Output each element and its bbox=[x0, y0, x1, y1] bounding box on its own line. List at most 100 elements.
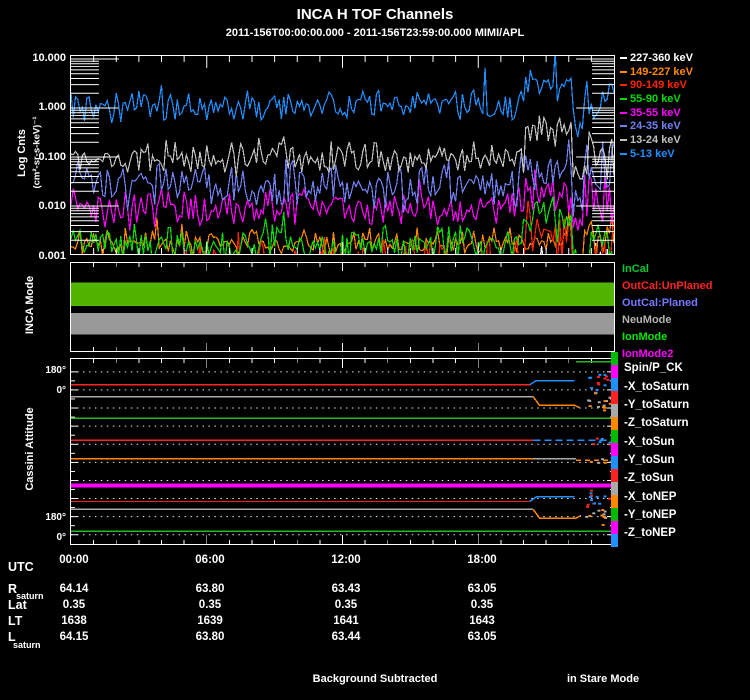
attitude-scatter-dot bbox=[606, 378, 610, 381]
attitude-scatter-dot bbox=[601, 523, 605, 526]
tof-y-tick-0.010: 0.010 bbox=[38, 200, 66, 212]
attitude-scatter-dot bbox=[585, 515, 589, 518]
tof-channels-plot bbox=[71, 56, 614, 254]
time-range-subtitle: 2011-156T00:00:00.000 - 2011-156T23:59:0… bbox=[225, 27, 525, 39]
utc-tick-06:00: 06:00 bbox=[195, 554, 225, 566]
eph-value: 64.14 bbox=[59, 583, 89, 595]
plot-screen: INCA H TOF Channels 2011-156T00:00:00.00… bbox=[0, 0, 750, 700]
eph-value: 1643 bbox=[469, 615, 495, 627]
attitude-scatter-dot bbox=[597, 401, 601, 404]
attitude-scatter-dot bbox=[603, 510, 607, 513]
legend-tick bbox=[620, 125, 627, 128]
legend-tick bbox=[620, 111, 627, 114]
legend-item-outcal-planed: OutCal:Planed bbox=[622, 295, 712, 312]
legend-item-24-35-kev: 24-35 keV bbox=[620, 119, 693, 133]
legend-label: NeuMode bbox=[622, 314, 672, 327]
legend-label: -X_toNEP bbox=[624, 490, 677, 503]
attitude-scatter-dot bbox=[597, 509, 601, 512]
attitude-scatter-dot bbox=[602, 516, 606, 518]
strip-segment bbox=[611, 378, 618, 391]
attitude-scatter-dot bbox=[588, 515, 592, 517]
attitude-y-tick-0: 180° bbox=[45, 364, 66, 376]
legend-item-spin-p-ck: Spin/P_CK bbox=[624, 359, 689, 377]
eph-value: 63.05 bbox=[467, 583, 497, 595]
attitude-color-strip bbox=[611, 352, 618, 547]
strip-segment bbox=[611, 404, 618, 417]
row-label-lt: LT bbox=[8, 614, 23, 628]
eph-value: 1638 bbox=[61, 615, 87, 627]
legend-item-149-227-kev: 149-227 keV bbox=[620, 65, 693, 79]
attitude-scatter-dot bbox=[588, 376, 592, 379]
series-13-24-kev bbox=[71, 115, 614, 180]
attitude-scatter-dot bbox=[596, 381, 600, 384]
attitude-scatter-dot bbox=[596, 405, 600, 408]
strip-segment bbox=[611, 469, 618, 482]
attitude-scatter-dot bbox=[602, 513, 606, 516]
attitude-scatter-dot bbox=[586, 505, 590, 508]
legend-item-227-360-kev: 227-360 keV bbox=[620, 51, 693, 65]
legend-label: -X_toSun bbox=[624, 435, 675, 448]
legend-label: 13-24 keV bbox=[630, 133, 681, 146]
legend-item-ionmode: IonMode bbox=[622, 329, 712, 346]
strip-segment bbox=[611, 430, 618, 443]
footer-stare-mode: in Stare Mode bbox=[566, 673, 640, 685]
attitude-scatter-dot bbox=[586, 503, 590, 506]
eph-value: 64.15 bbox=[59, 631, 89, 643]
legend-label: -Z_toNEP bbox=[624, 527, 676, 540]
attitude-scatter-dot bbox=[589, 460, 593, 463]
legend-label: IonMode bbox=[622, 331, 668, 343]
attitude-scatter-dot bbox=[600, 437, 604, 440]
strip-segment bbox=[611, 456, 618, 469]
cassini-attitude-plot bbox=[71, 359, 614, 544]
strip-segment bbox=[611, 443, 618, 456]
row-label-lat: Lat bbox=[8, 598, 27, 612]
legend-item--z-tosaturn: -Z_toSaturn bbox=[624, 414, 689, 432]
attitude-scatter-dot bbox=[596, 376, 600, 379]
legend-item-90-149-kev: 90-149 keV bbox=[620, 78, 693, 92]
attitude-scatter-dot bbox=[603, 377, 607, 380]
legend-label: -Y_toNEP bbox=[624, 508, 677, 521]
attitude-scatter-dot bbox=[593, 502, 597, 505]
footer-background-subtracted: Background Subtracted bbox=[312, 673, 438, 685]
tof-y-tick-0.001: 0.001 bbox=[38, 249, 66, 262]
attitude-scatter-dot bbox=[589, 489, 593, 492]
attitude-scatter-dot bbox=[589, 499, 593, 502]
strip-segment bbox=[611, 534, 618, 547]
legend-label: 55-90 keV bbox=[630, 92, 681, 105]
legend-item--x-tonep: -X_toNEP bbox=[624, 487, 689, 505]
legend-item-incal: InCal bbox=[622, 261, 712, 278]
attitude-scatter-dot bbox=[602, 406, 606, 409]
legend-label: -Z_toSun bbox=[624, 472, 674, 485]
legend-item--x-tosaturn: -X_toSaturn bbox=[624, 377, 689, 395]
legend-tick bbox=[620, 97, 627, 100]
eph-value: 63.43 bbox=[331, 583, 361, 595]
attitude-scatter-dot bbox=[593, 392, 597, 395]
attitude-scatter-dot bbox=[603, 384, 607, 387]
row-sub-l: saturn bbox=[13, 640, 41, 650]
attitude-scatter-dot bbox=[592, 512, 596, 515]
tof-y-tick-10.000: 10.000 bbox=[32, 51, 66, 64]
attitude-y-tick-2: 180° bbox=[45, 512, 66, 524]
eph-value: 0.35 bbox=[334, 599, 358, 611]
legend-item-outcal-unplaned: OutCal:UnPlaned bbox=[622, 278, 712, 295]
legend-label: -X_toSaturn bbox=[624, 380, 690, 393]
attitude-scatter-dot bbox=[598, 441, 602, 444]
attitude-scatter-dot bbox=[589, 492, 593, 495]
legend-label: 5-13 keV bbox=[630, 147, 675, 160]
legend-item-35-55-kev: 35-55 keV bbox=[620, 106, 693, 120]
strip-segment bbox=[611, 352, 618, 365]
attitude-tail-1 bbox=[532, 396, 580, 409]
attitude-tail-0 bbox=[529, 380, 575, 386]
utc-tick-12:00: 12:00 bbox=[331, 554, 361, 566]
attitude-scatter-dot bbox=[598, 502, 602, 505]
tof-channels-legend: 227-360 keV 149-227 keV 90-149 keV 55-90 ke… bbox=[620, 51, 693, 161]
tof-y-tick-0.100: 0.100 bbox=[38, 150, 66, 163]
attitude-scatter-dot bbox=[603, 373, 607, 376]
attitude-scatter-dot bbox=[592, 443, 596, 446]
legend-label: 24-35 keV bbox=[630, 120, 681, 133]
utc-tick-18:00: 18:00 bbox=[467, 554, 497, 566]
legend-item--y-tosun: -Y_toSun bbox=[624, 451, 689, 469]
legend-item--z-tonep: -Z_toNEP bbox=[624, 524, 689, 542]
utc-tick-00:00: 00:00 bbox=[59, 554, 89, 566]
legend-label: 149-227 keV bbox=[630, 65, 693, 78]
